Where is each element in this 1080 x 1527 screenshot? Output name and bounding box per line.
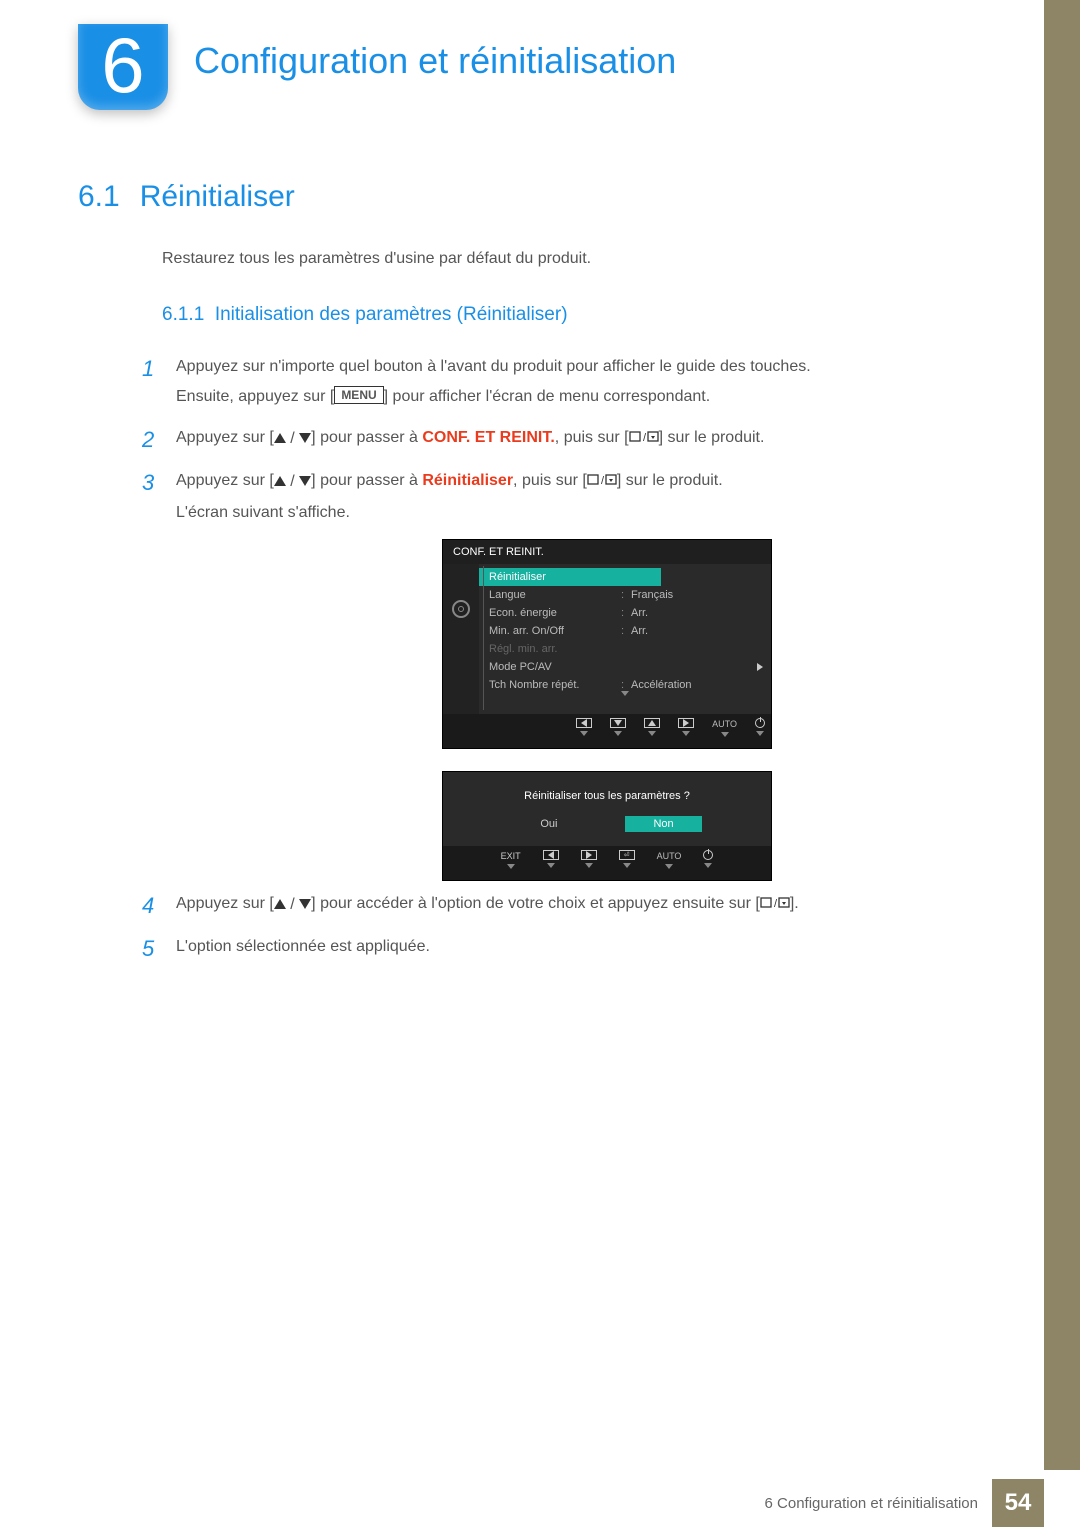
step-4-b: ] pour accéder à l'option de votre choix…	[311, 895, 760, 912]
section-intro: Restaurez tous les paramètres d'usine pa…	[162, 250, 978, 268]
step-3-d: ] sur le produit.	[617, 472, 723, 489]
osd-confirm-no: Non	[625, 816, 701, 832]
nav-auto-label: AUTO	[657, 850, 682, 870]
osd-menu-title: CONF. ET REINIT.	[443, 540, 771, 564]
osd-row-label: Tch Nombre répét.	[489, 679, 621, 691]
nav-auto-label: AUTO	[712, 718, 737, 738]
nav-exit-label: EXIT	[501, 850, 521, 870]
svg-text:/: /	[774, 898, 778, 910]
step-3-b: ] pour passer à	[311, 472, 422, 489]
step-2-highlight: CONF. ET REINIT.	[422, 429, 554, 446]
osd-row-reinitialiser: Réinitialiser	[479, 568, 661, 586]
chapter-title: Configuration et réinitialisation	[194, 40, 676, 82]
osd-row-econ: Econ. énergie : Arr.	[479, 604, 771, 622]
osd-row-label: Min. arr. On/Off	[489, 625, 621, 637]
subsection-title: 6.1.1 Initialisation des paramètres (Réi…	[162, 304, 978, 326]
section-name: Réinitialiser	[140, 180, 295, 213]
osd-icon-column	[443, 564, 479, 714]
step-2-c: , puis sur [	[555, 429, 629, 446]
scroll-down-icon	[621, 691, 629, 708]
osd-row-minarr: Min. arr. On/Off : Arr.	[479, 622, 771, 640]
step-number: 5	[142, 932, 158, 965]
nav-power-icon	[703, 850, 713, 870]
osd-row-label: Régl. min. arr.	[489, 643, 763, 655]
osd-nav-bar: AUTO	[443, 714, 771, 748]
nav-up-icon	[644, 718, 660, 738]
nav-left-icon	[576, 718, 592, 738]
osd-row-reglmin: Régl. min. arr.	[479, 640, 771, 658]
osd-confirm-yes: Oui	[512, 816, 585, 832]
chapter-number-badge: 6	[78, 24, 168, 110]
step-4: 4 Appuyez sur [ / ] pour accéder à l'opt…	[142, 889, 978, 922]
osd-confirm-question: Réinitialiser tous les paramètres ?	[443, 772, 771, 816]
osd-row-value: Arr.	[631, 607, 763, 619]
nav-down-icon	[610, 718, 626, 738]
up-down-icon: /	[274, 890, 311, 920]
step-3-a: Appuyez sur [	[176, 472, 274, 489]
osd-row-modepc: Mode PC/AV	[479, 658, 771, 676]
step-1-text-b-b: ] pour afficher l'écran de menu correspo…	[384, 388, 711, 405]
osd-list: Réinitialiser Langue : Français Econ. én…	[479, 564, 771, 714]
step-4-c: ].	[790, 895, 799, 912]
osd-confirm-nav: EXIT ⏎ AUTO	[443, 846, 771, 880]
osd-row-langue: Langue : Français	[479, 586, 771, 604]
nav-left-icon	[543, 850, 559, 870]
step-2-a: Appuyez sur [	[176, 429, 274, 446]
osd-confirm-dialog: Réinitialiser tous les paramètres ? Oui …	[442, 771, 772, 881]
step-1-text-b-a: Ensuite, appuyez sur [	[176, 388, 334, 405]
menu-key-icon: MENU	[334, 386, 383, 404]
step-number: 2	[142, 423, 158, 456]
step-number: 3	[142, 466, 158, 499]
steps-list: 1 Appuyez sur n'importe quel bouton à l'…	[142, 352, 978, 965]
section-title: 6.1 Réinitialiser	[78, 180, 978, 214]
nav-right-icon	[678, 718, 694, 738]
step-5-text: L'option sélectionnée est appliquée.	[176, 932, 430, 962]
submenu-arrow-icon	[757, 663, 763, 671]
osd-menu: CONF. ET REINIT. Réinitialiser Langue :	[442, 539, 772, 749]
svg-text:/: /	[643, 432, 647, 444]
nav-enter-icon: ⏎	[619, 850, 635, 870]
enter-source-icon: /	[587, 468, 617, 498]
enter-source-icon: /	[760, 891, 790, 921]
footer-chapter-label: 6 Configuration et réinitialisation	[765, 1495, 978, 1512]
up-down-icon: /	[274, 424, 311, 454]
osd-row-label: Langue	[489, 589, 621, 601]
step-3-highlight: Réinitialiser	[422, 472, 513, 489]
osd-row-label: Mode PC/AV	[489, 661, 618, 673]
step-2-d: ] sur le produit.	[659, 429, 765, 446]
osd-row-value: Français	[631, 589, 763, 601]
step-1-text-a: Appuyez sur n'importe quel bouton à l'av…	[176, 358, 811, 375]
up-down-icon: /	[274, 467, 311, 497]
section-number: 6.1	[78, 180, 120, 213]
osd-row-value: Accélération	[631, 679, 763, 691]
footer-page-number: 54	[992, 1479, 1044, 1527]
svg-text:/: /	[601, 475, 605, 487]
step-2: 2 Appuyez sur [ / ] pour passer à CONF. …	[142, 423, 978, 456]
side-stripe	[1044, 0, 1080, 1470]
footer: 6 Configuration et réinitialisation 54	[765, 1479, 1044, 1527]
step-5: 5 L'option sélectionnée est appliquée.	[142, 932, 978, 965]
step-3: 3 Appuyez sur [ / ] pour passer à Réinit…	[142, 466, 978, 529]
osd-row-value: Arr.	[631, 625, 763, 637]
step-2-b: ] pour passer à	[311, 429, 422, 446]
content: 6.1 Réinitialiser Restaurez tous les para…	[78, 180, 978, 975]
subsection-number: 6.1.1	[162, 304, 204, 325]
step-number: 4	[142, 889, 158, 922]
gear-icon	[452, 600, 470, 618]
step-4-a: Appuyez sur [	[176, 895, 274, 912]
nav-power-icon	[755, 718, 765, 738]
osd-row-label: Réinitialiser	[489, 571, 653, 583]
osd-menu-group: CONF. ET REINIT. Réinitialiser Langue :	[442, 539, 978, 881]
osd-row-label: Econ. énergie	[489, 607, 621, 619]
step-3-e: L'écran suivant s'affiche.	[176, 504, 350, 521]
step-1: 1 Appuyez sur n'importe quel bouton à l'…	[142, 352, 978, 413]
nav-right-icon	[581, 850, 597, 870]
subsection-name: Initialisation des paramètres (Réinitial…	[215, 304, 568, 325]
enter-source-icon: /	[629, 425, 659, 455]
step-number: 1	[142, 352, 158, 385]
step-3-c: , puis sur [	[513, 472, 587, 489]
